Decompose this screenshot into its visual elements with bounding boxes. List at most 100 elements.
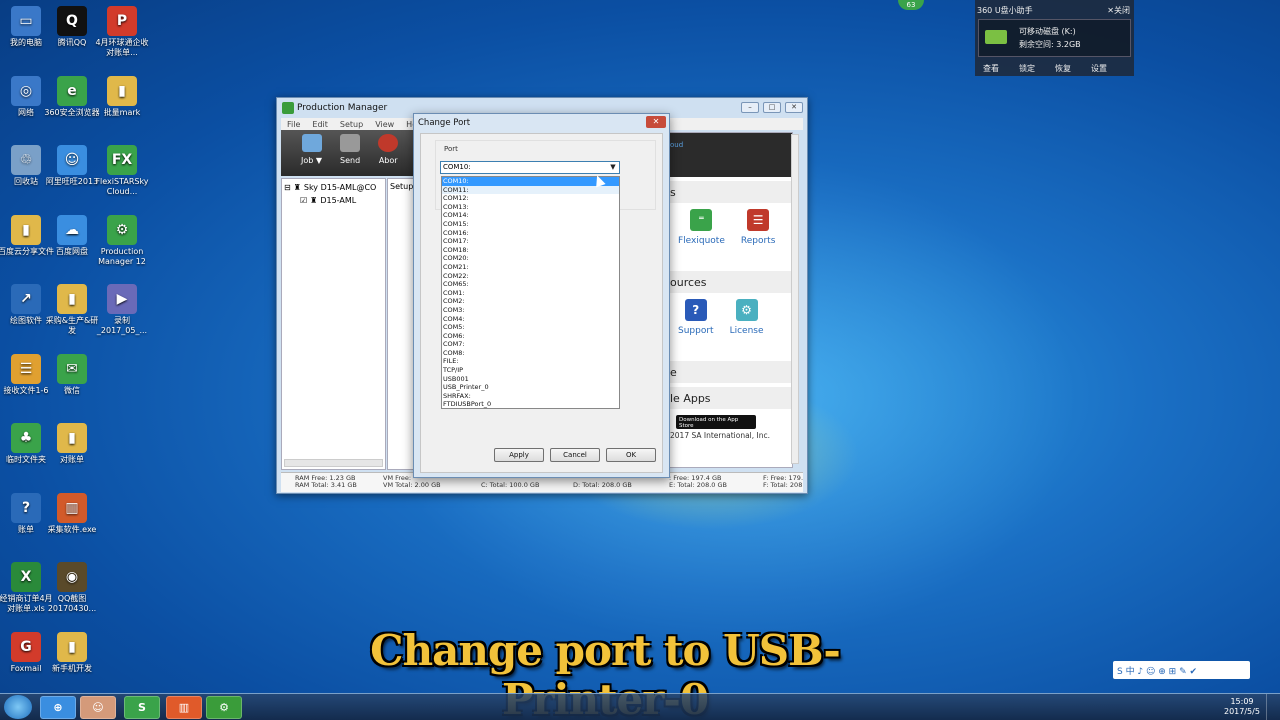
flexiquote-link[interactable]: ⁼ Flexiquote [678,209,725,267]
desktop-icon[interactable]: ▮ 对账单 [42,423,102,465]
desktop-icon[interactable]: ▮ 批量mark [92,75,152,118]
license-link[interactable]: ⚙ License [730,299,764,357]
system-clock[interactable]: 15:09 2017/5/5 [1224,697,1260,717]
checkbox-icon[interactable]: ☑ [300,196,307,205]
support-link[interactable]: ? Support [678,299,714,357]
menu-edit[interactable]: Edit [312,120,328,129]
taskbar-collector[interactable]: ▥ [166,696,202,719]
port-option[interactable]: TCP/IP [442,366,619,375]
desktop-icon[interactable]: ⚙ Production Manager 12 [92,214,152,267]
taskbar-production-manager[interactable]: ⚙ [206,696,242,719]
abort-button[interactable]: Abor [378,134,399,176]
reports-link[interactable]: ☰ Reports [741,209,775,267]
port-option[interactable]: COM13: [442,203,619,212]
close-button[interactable]: ✕ [785,102,803,113]
taskbar-browser[interactable]: ⊕ [40,696,76,719]
desktop-icon-image: ◎ [11,75,41,106]
desktop-icon[interactable]: ▥ 采集软件.exe [42,492,102,535]
change-port-dialog: Change Port ✕ Port COM10: ▼ COM10: COM11:… [413,113,670,478]
desktop-icon[interactable]: ◉ QQ截图20170430... [42,562,102,614]
f-drive-total: F: Total: 208 [763,481,803,489]
desktop-icon-image: ▭ [11,6,41,36]
update-badge[interactable]: 63 [898,0,924,10]
tree-item-queue[interactable]: ☑ ♜ D15-AML [284,194,383,207]
show-desktop-button[interactable] [1266,694,1280,720]
tree-item-printer[interactable]: ⊟ ♜ Sky D15-AML@CO [284,181,383,194]
desktop-icon-label: 对账单 [60,455,84,464]
start-button[interactable] [4,695,32,719]
setup-tab[interactable]: Setup [390,182,413,191]
port-option[interactable]: COM8: [442,349,619,358]
ime-toolbar[interactable]: S 中 ♪ ☺ ⊕ ⊞ ✎ ✔ [1113,661,1250,679]
desktop-icon[interactable]: P 4月环球通企收对账单... [92,6,152,58]
port-option[interactable]: COM17: [442,237,619,246]
port-option[interactable]: COM65: [442,280,619,289]
port-option[interactable]: COM16: [442,229,619,238]
app-store-badge[interactable]: Download on the App Store [676,415,756,429]
port-option[interactable]: COM12: [442,194,619,203]
notification-close-button[interactable]: ✕关闭 [1107,5,1130,16]
port-option[interactable]: USB_Printer_0 [442,383,619,392]
dialog-title-bar[interactable]: Change Port ✕ [414,114,669,132]
port-option[interactable]: COM11: [442,185,619,195]
tree-scrollbar[interactable] [284,459,383,467]
port-option[interactable]: COM3: [442,306,619,315]
action-settings[interactable]: 设置 [1091,63,1107,74]
vm-total: VM Total: 2.00 GB [383,481,441,489]
desktop-icon-label: 批量mark [103,107,141,117]
setup-pane: Setup [387,178,415,470]
port-option[interactable]: COM18: [442,246,619,255]
dialog-close-button[interactable]: ✕ [646,116,666,128]
drive-card[interactable]: 可移动磁盘 (K:) 剩余空间: 3.2GB [978,19,1131,57]
port-option[interactable]: FTDIUSBPort_0 [442,400,619,409]
flexiquote-label: Flexiquote [678,236,725,246]
license-icon: ⚙ [735,299,758,321]
home-pane-scrollbar[interactable] [791,134,799,464]
desktop-icon-image: ☺ [57,145,87,175]
taskbar-chat[interactable]: ☺ [80,696,116,719]
desktop-icon-label: 4月环球通企收对账单... [95,38,149,57]
port-option[interactable]: COM21: [442,263,619,272]
desktop-icon-image: ⚙ [107,214,137,245]
port-option[interactable]: COM7: [442,340,619,349]
port-option[interactable]: COM22: [442,272,619,281]
port-option[interactable]: COM14: [442,211,619,220]
action-view[interactable]: 查看 [983,63,999,74]
action-restore[interactable]: 恢复 [1055,63,1071,74]
port-option[interactable]: COM4: [442,315,619,324]
port-option[interactable]: COM15: [442,220,619,229]
cloud-link[interactable]: oud [670,141,683,149]
chevron-down-icon[interactable]: ▼ [607,162,619,173]
desktop-icon-image: ▮ [57,284,87,314]
copyright-text: 2017 SA International, Inc. [670,431,770,440]
ok-button[interactable]: OK [606,448,656,462]
port-option[interactable]: COM1: [442,289,619,298]
port-option[interactable]: COM20: [442,254,619,263]
port-option[interactable]: COM5: [442,323,619,332]
desktop-icon-label: QQ截图20170430... [47,594,97,613]
stop-icon [378,134,399,152]
port-select[interactable]: COM10: ▼ [440,161,620,174]
send-button[interactable]: Send [340,134,360,176]
desktop-icon[interactable]: FX FlexiSTARSky Cloud... [92,145,152,197]
taskbar-sheets[interactable]: S [124,696,160,719]
port-option[interactable]: SHRFAX: [442,392,619,401]
apply-button[interactable]: Apply [494,448,544,462]
menu-view[interactable]: View [375,120,394,129]
minimize-button[interactable]: – [741,102,759,113]
port-option[interactable]: COM6: [442,332,619,341]
port-option[interactable]: FILE: [442,357,619,366]
desktop-icon[interactable]: ▮ 新手机开发 [42,631,102,674]
port-option[interactable]: COM2: [442,297,619,306]
desktop-icon[interactable]: ✉ 微信 [42,353,102,396]
menu-file[interactable]: File [287,120,300,129]
menu-setup[interactable]: Setup [340,120,363,129]
port-option[interactable]: USB001 [442,375,619,384]
maximize-button[interactable]: □ [763,102,781,113]
job-button[interactable]: Job ▼ [301,134,322,176]
cancel-button[interactable]: Cancel [550,448,600,462]
port-dropdown-list: COM10: COM11: COM12: COM13: COM14: COM15: COM1… [441,176,620,409]
action-lock[interactable]: 锁定 [1019,63,1035,74]
desktop-icon[interactable]: ▶ 录制_2017_05_... [92,284,152,336]
desktop-icon-image: ◉ [57,562,87,592]
